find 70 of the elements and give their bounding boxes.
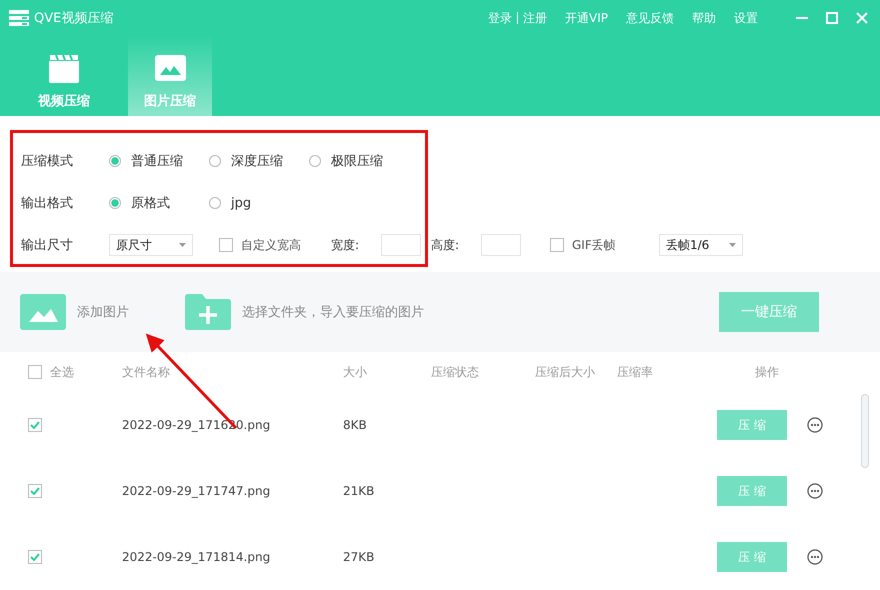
maximize-icon (826, 12, 838, 24)
checkbox[interactable] (28, 418, 42, 432)
radio-button[interactable] (209, 155, 221, 167)
add-folder-icon (185, 294, 231, 330)
checkbox[interactable] (550, 238, 564, 252)
window-title: QVE视频压缩 (34, 10, 114, 27)
more-icon (807, 417, 823, 433)
menu-link[interactable]: 开通VIP (565, 10, 608, 26)
file-size: 27KB (343, 550, 376, 564)
add-folder-link[interactable]: 选择文件夹，导入要压缩的图片 (242, 303, 424, 321)
checkmark-icon (30, 487, 40, 495)
column-header: 操作 (754, 364, 780, 380)
column-header: 文件名称 (122, 364, 171, 380)
radio-button[interactable] (309, 155, 321, 167)
size-dropdown[interactable]: 丢帧1/6 (659, 234, 743, 256)
mode-tab[interactable]: 视频压缩 (22, 36, 106, 116)
compress-button[interactable]: 压 缩 (717, 476, 787, 506)
radio-label: 普通压缩 (131, 152, 183, 170)
option-label: 输出尺寸 (21, 237, 74, 254)
radio-label: 原格式 (131, 195, 170, 212)
checkbox[interactable] (28, 365, 42, 379)
checkbox[interactable] (28, 484, 42, 498)
height-field[interactable] (481, 234, 521, 256)
column-header: 压缩率 (617, 364, 654, 380)
more-icon (807, 483, 823, 499)
scrollbar[interactable] (861, 394, 869, 468)
field-label: 高度: (431, 236, 460, 254)
checkbox-label: GIF丢帧 (572, 236, 616, 254)
clapperboard-icon (48, 54, 80, 84)
checkbox-label: 全选 (50, 364, 74, 380)
more-icon (807, 549, 823, 565)
option-label: 输出格式 (21, 195, 74, 212)
file-size: 8KB (343, 418, 368, 432)
add-image-icon (20, 294, 66, 330)
checkmark-icon (30, 553, 40, 561)
app-logo-icon (9, 10, 29, 26)
checkbox-label: 自定义宽高 (241, 236, 301, 254)
checkbox[interactable] (28, 550, 42, 564)
compress-all-button[interactable]: 一键压缩 (719, 292, 819, 332)
radio-label: 深度压缩 (231, 153, 283, 170)
checkmark-icon (30, 421, 40, 429)
compress-button[interactable]: 压 缩 (717, 542, 787, 572)
column-header: 大小 (343, 364, 368, 380)
file-size: 21KB (343, 484, 376, 498)
close-icon (856, 12, 868, 24)
add-image-link[interactable]: 添加图片 (77, 303, 129, 321)
radio-button[interactable] (209, 197, 221, 209)
column-header: 压缩状态 (431, 364, 480, 380)
menu-link[interactable]: 帮助 (692, 10, 716, 26)
field-label: 宽度: (331, 236, 360, 254)
size-dropdown[interactable]: 原尺寸 (109, 234, 193, 256)
mode-tab[interactable]: 图片压缩 (128, 36, 212, 116)
option-label: 压缩模式 (21, 153, 74, 170)
radio-label: jpg (231, 196, 252, 210)
radio-label: 极限压缩 (331, 153, 383, 170)
menu-link[interactable]: 设置 (734, 10, 758, 26)
menu-link[interactable]: 意见反馈 (626, 10, 674, 26)
file-name: 2022-09-29_171747.png (122, 484, 272, 498)
checkbox[interactable] (219, 238, 233, 252)
radio-button[interactable] (109, 155, 121, 167)
width-field[interactable] (381, 234, 421, 256)
caret-icon (179, 243, 186, 247)
image-icon (154, 54, 186, 84)
column-header: 压缩后大小 (535, 364, 596, 380)
caret-icon (729, 243, 736, 247)
register-link[interactable]: 注册 (523, 10, 548, 26)
file-name: 2022-09-29_171814.png (122, 550, 272, 564)
login-link[interactable]: 登录 (488, 10, 512, 26)
compress-button[interactable]: 压 缩 (717, 410, 787, 440)
radio-button[interactable] (109, 197, 121, 209)
